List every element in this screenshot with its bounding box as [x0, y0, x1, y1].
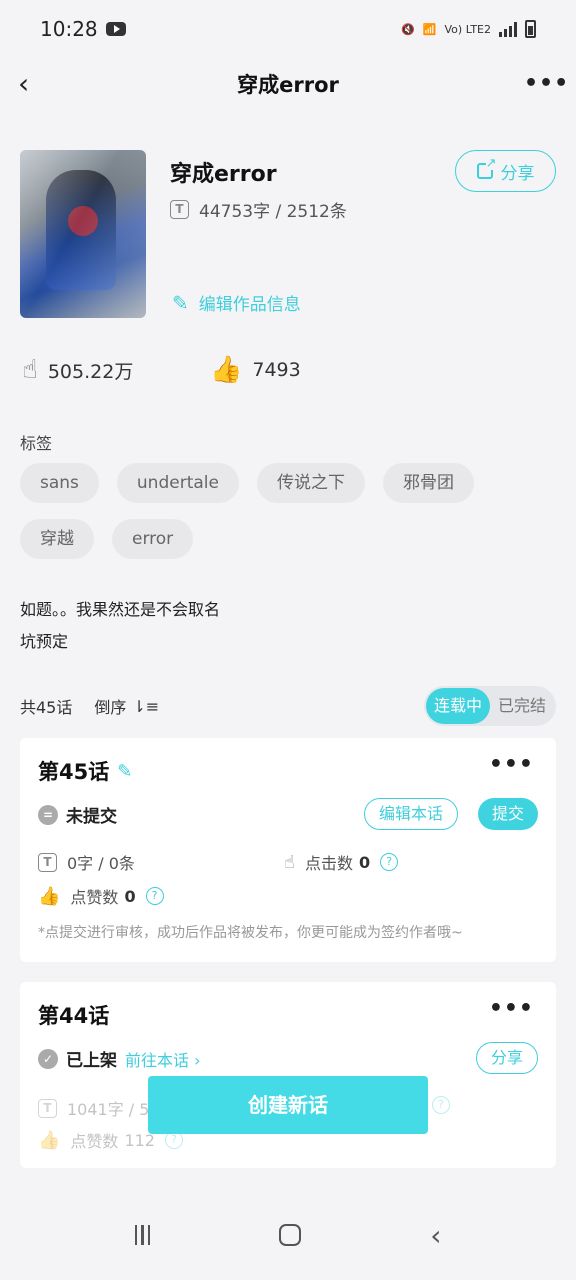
- help-icon[interactable]: ?: [380, 853, 399, 871]
- book-word-count: T 44753字 / 2512条: [170, 197, 347, 222]
- system-nav-bar: ‹: [0, 1190, 576, 1280]
- back-button[interactable]: ‹: [18, 68, 50, 100]
- like-count: 7493: [252, 359, 301, 381]
- wifi-icon: 📶: [422, 22, 437, 36]
- tags-heading: 标签: [20, 434, 53, 453]
- chapter-card: 第44话 ••• ✓ 已上架 前往本话 › 分享 T 1041字 / 5 ? 👍…: [20, 982, 556, 1168]
- chapter-count: 共45话: [20, 698, 73, 717]
- book-description: 如题。。我果然还是不会取名 坑预定: [20, 594, 220, 658]
- clicks-value: 0: [358, 852, 371, 872]
- chapter-title-row: 第44话: [38, 1000, 109, 1030]
- tag-item[interactable]: error: [112, 519, 194, 559]
- book-title: 穿成error: [170, 162, 277, 187]
- chapter-list-header: 共45话 倒序 ⇂≡ 连载中 已完结: [20, 686, 556, 726]
- book-cover-image[interactable]: [20, 150, 146, 318]
- likes-label: 点赞数: [70, 1132, 119, 1151]
- chapter-words: 1041字 / 5: [67, 1100, 150, 1119]
- system-back-button[interactable]: ‹: [430, 1219, 441, 1252]
- share-label: 分享: [500, 163, 535, 184]
- signal-icon: [499, 21, 517, 37]
- sort-toggle[interactable]: 倒序 ⇂≡: [94, 694, 159, 718]
- share-button[interactable]: 分享: [455, 150, 556, 192]
- tag-item[interactable]: 传说之下: [256, 463, 365, 503]
- text-icon: T: [38, 852, 57, 872]
- network-label: Vo) LTE2: [444, 22, 491, 36]
- edit-chapter-button[interactable]: 编辑本话: [363, 798, 458, 830]
- help-icon[interactable]: ?: [432, 1096, 450, 1114]
- tag-item[interactable]: 穿越: [20, 519, 94, 559]
- segment-ongoing[interactable]: 连载中: [425, 688, 490, 724]
- chapter-click-count: ☝ 点击数 0 ?: [284, 850, 399, 874]
- status-icons: 🔇 📶 Vo) LTE2: [401, 20, 536, 38]
- thumbs-up-icon: 👍: [210, 355, 243, 385]
- read-count: 505.22万: [47, 360, 134, 383]
- tag-item[interactable]: 邪骨团: [382, 463, 474, 503]
- page-title: 穿成error: [237, 73, 339, 97]
- chapter-title-row: 第45话 ✎: [38, 756, 132, 786]
- status-published-icon: ✓: [38, 1048, 58, 1069]
- sort-label: 倒序: [94, 698, 127, 717]
- recent-apps-button[interactable]: [134, 1225, 151, 1245]
- chapter-like-count: 👍 点赞数 0 ?: [38, 884, 164, 908]
- submit-note: *点提交进行审核，成功后作品将被发布，你更可能成为签约作者哦~: [38, 925, 463, 941]
- tag-list: sans undertale 传说之下 邪骨团 穿越 error: [20, 463, 556, 559]
- thumbs-up-icon: 👍: [38, 1129, 61, 1151]
- goto-label: 前往本话: [125, 1050, 190, 1070]
- chapter-card: 第45话 ✎ ••• = 未提交 编辑本话 提交 T 0字 / 0条 ☝ 点击数…: [20, 738, 556, 962]
- chapter-more-button[interactable]: •••: [489, 996, 534, 1021]
- segment-finished[interactable]: 已完结: [490, 688, 554, 724]
- read-count-stat: ☝ 505.22万: [22, 355, 133, 385]
- battery-icon: [525, 20, 536, 38]
- create-chapter-button[interactable]: 创建新话: [148, 1076, 428, 1134]
- tap-icon: ☝: [22, 355, 38, 385]
- mute-icon: 🔇: [401, 22, 415, 36]
- goto-chapter-link[interactable]: 前往本话 ›: [125, 1047, 201, 1071]
- tag-item[interactable]: sans: [20, 463, 99, 503]
- description-line: 如题。。我果然还是不会取名: [20, 600, 221, 619]
- chapter-status: = 未提交: [38, 802, 117, 827]
- help-icon[interactable]: ?: [145, 887, 164, 905]
- pencil-icon[interactable]: ✎: [117, 761, 132, 782]
- share-icon: [476, 157, 497, 179]
- like-count-stat: 👍 7493: [210, 355, 301, 385]
- edit-info-label: 编辑作品信息: [198, 295, 301, 315]
- chapter-status-label: 未提交: [66, 807, 117, 827]
- chapter-title: 第45话: [38, 760, 110, 784]
- chapter-share-button[interactable]: 分享: [475, 1042, 538, 1074]
- text-icon: T: [170, 200, 189, 219]
- sort-icon: ⇂≡: [132, 696, 160, 716]
- description-line: 坑预定: [20, 632, 69, 651]
- top-nav-bar: ‹ 穿成error •••: [0, 58, 576, 110]
- submit-button[interactable]: 提交: [477, 798, 538, 830]
- status-unsubmitted-icon: =: [38, 804, 58, 825]
- text-icon: T: [38, 1098, 57, 1118]
- chapter-words: 0字 / 0条: [67, 854, 135, 873]
- book-meta-text: 44753字 / 2512条: [199, 202, 347, 222]
- chapter-word-count: T 0字 / 0条: [38, 850, 135, 874]
- edit-work-info-link[interactable]: ✎ 编辑作品信息: [172, 290, 301, 316]
- tag-item[interactable]: undertale: [116, 463, 239, 503]
- chapter-status-label: 已上架: [66, 1051, 117, 1071]
- home-button[interactable]: [279, 1224, 302, 1246]
- chapter-status: ✓ 已上架 前往本话 ›: [38, 1046, 201, 1071]
- status-bar: 10:28 🔇 📶 Vo) LTE2: [0, 0, 576, 58]
- likes-value: 0: [124, 886, 136, 906]
- more-options-button[interactable]: •••: [524, 68, 568, 100]
- clicks-label: 点击数: [304, 854, 353, 873]
- pencil-icon: ✎: [172, 290, 189, 315]
- chapter-more-button[interactable]: •••: [489, 752, 534, 777]
- status-segmented-control: 连载中 已完结: [423, 686, 556, 726]
- likes-label: 点赞数: [70, 888, 119, 907]
- youtube-notification-icon: [105, 22, 126, 36]
- chapter-title: 第44话: [38, 1004, 110, 1028]
- status-time: 10:28: [40, 17, 98, 41]
- chapter-word-count: T 1041字 / 5: [38, 1096, 149, 1120]
- tap-icon: ☝: [284, 851, 295, 873]
- thumbs-up-icon: 👍: [38, 885, 61, 907]
